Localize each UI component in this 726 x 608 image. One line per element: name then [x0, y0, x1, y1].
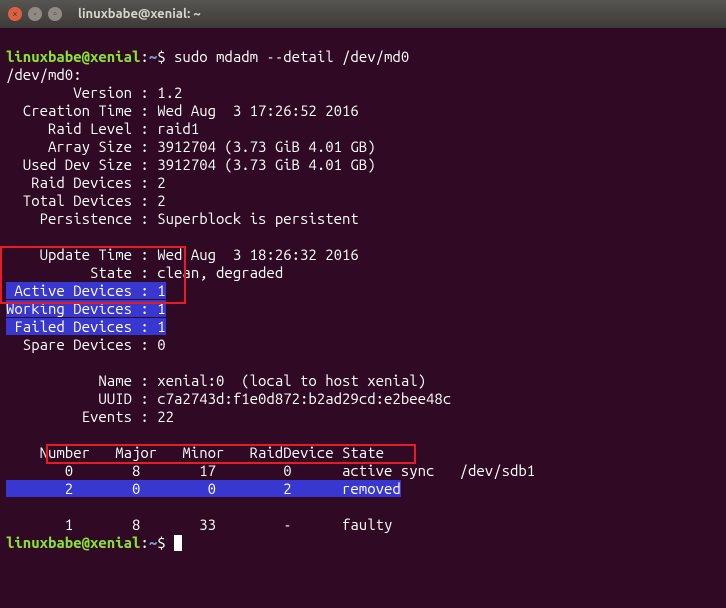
prompt-path: ~: [149, 48, 157, 65]
prompt-colon: :: [140, 48, 148, 65]
detail-label: Name :: [6, 372, 149, 389]
table-header: Number Major Minor RaidDevice State: [6, 444, 384, 461]
table-row-removed: 2 0 0 2 removed: [6, 480, 401, 497]
detail-value: Superblock is persistent: [149, 210, 359, 227]
detail-value: 1: [149, 282, 166, 299]
detail-label: Active Devices :: [6, 282, 149, 299]
detail-value: c7a2743d:f1e0d872:b2ad29cd:e2bee48c: [149, 390, 451, 407]
device-header: /dev/md0:: [6, 66, 82, 83]
detail-label: Spare Devices :: [6, 336, 149, 353]
prompt-user-host: linuxbabe@xenial: [6, 48, 140, 65]
detail-label: Raid Devices :: [6, 174, 149, 191]
cursor-icon: [174, 535, 182, 551]
highlighted-active-devices: Active Devices : 1: [6, 282, 166, 299]
minimize-icon[interactable]: ‑: [28, 7, 42, 21]
detail-label: Array Size :: [6, 138, 149, 155]
prompt-dollar: $: [157, 534, 174, 551]
table-row: 0 8 17 0 active sync /dev/sdb1: [6, 462, 535, 479]
detail-value: 2: [149, 192, 166, 209]
detail-value: clean, degraded: [149, 264, 283, 281]
terminal-area[interactable]: linuxbabe@xenial:~$ sudo mdadm --detail …: [0, 28, 726, 608]
detail-label: Raid Level :: [6, 120, 149, 137]
detail-value: 3912704 (3.73 GiB 4.01 GB): [149, 138, 376, 155]
highlighted-working-devices: Working Devices : 1: [6, 300, 166, 317]
detail-label: UUID :: [6, 390, 149, 407]
detail-value: Wed Aug 3 18:26:32 2016: [149, 246, 359, 263]
detail-label: State :: [6, 264, 149, 281]
detail-value: 1: [149, 318, 166, 335]
window-titlebar: × ‑ ▫ linuxbabe@xenial: ~: [0, 0, 726, 28]
detail-value: 2: [149, 174, 166, 191]
detail-label: Failed Devices :: [6, 318, 149, 335]
detail-label: Version :: [6, 84, 149, 101]
detail-value: 1: [149, 300, 166, 317]
table-row: 1 8 33 - faulty: [6, 516, 392, 533]
prompt-user-host: linuxbabe@xenial: [6, 534, 140, 551]
detail-label: Used Dev Size :: [6, 156, 149, 173]
close-icon[interactable]: ×: [8, 7, 22, 21]
detail-value: 0: [149, 336, 166, 353]
detail-label: Working Devices :: [6, 300, 149, 317]
highlighted-failed-devices: Failed Devices : 1: [6, 318, 166, 335]
window-title: linuxbabe@xenial: ~: [78, 5, 201, 23]
detail-value: raid1: [149, 120, 199, 137]
detail-label: Events :: [6, 408, 149, 425]
detail-value: Wed Aug 3 17:26:52 2016: [149, 102, 359, 119]
detail-value: 22: [149, 408, 174, 425]
detail-value: xenial:0 (local to host xenial): [149, 372, 426, 389]
detail-label: Total Devices :: [6, 192, 149, 209]
detail-label: Persistence :: [6, 210, 149, 227]
detail-label: Creation Time :: [6, 102, 149, 119]
prompt-path: ~: [149, 534, 157, 551]
prompt-dollar: $: [157, 48, 174, 65]
detail-label: Update Time :: [6, 246, 149, 263]
prompt-colon: :: [140, 534, 148, 551]
detail-value: 3912704 (3.73 GiB 4.01 GB): [149, 156, 376, 173]
command-text: sudo mdadm --detail /dev/md0: [174, 48, 409, 65]
detail-value: 1.2: [149, 84, 183, 101]
maximize-icon[interactable]: ▫: [48, 7, 62, 21]
